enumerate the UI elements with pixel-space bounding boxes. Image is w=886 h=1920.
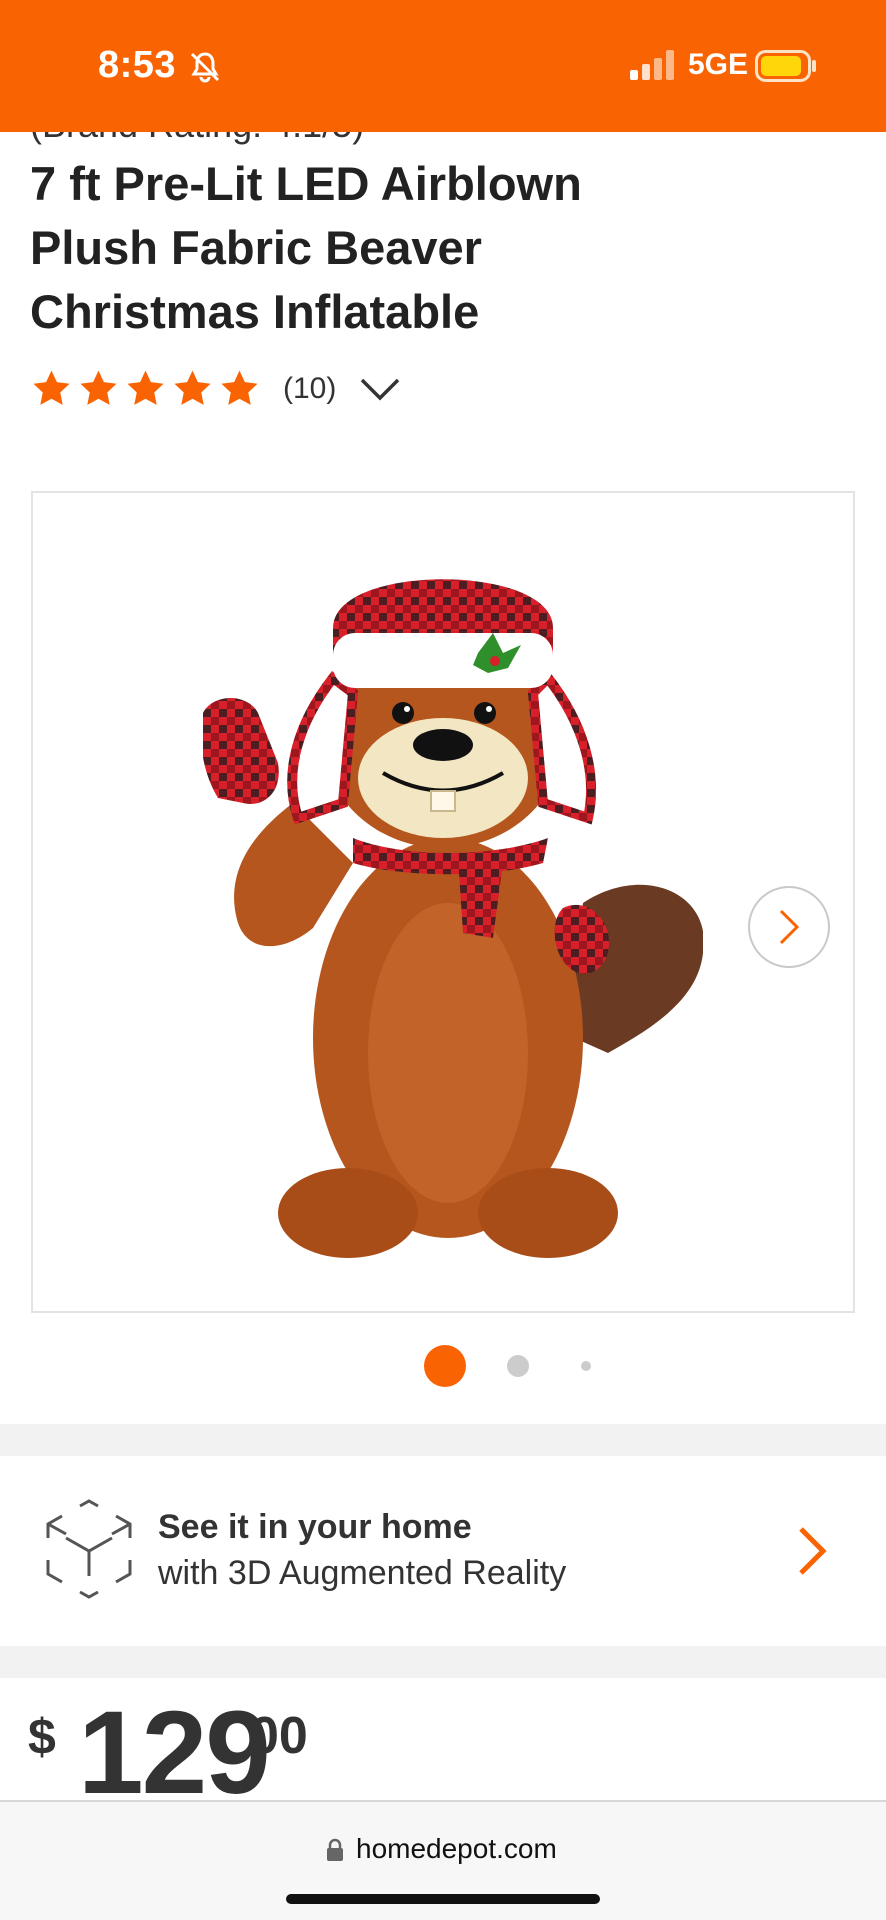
star-icon [174,370,211,405]
product-title: 7 ft Pre-Lit LED Airblown Plush Fabric B… [30,152,850,344]
battery-icon [755,50,816,82]
status-time: 8:53 [98,44,177,86]
carousel-dots [0,1344,886,1388]
star-rating [30,368,261,410]
star-icon [127,370,164,405]
chevron-right-icon [779,909,800,945]
ar-promo-subtitle: with 3D Augmented Reality [158,1554,567,1592]
star-icon [80,370,117,405]
carousel-dot[interactable] [581,1361,591,1371]
chevron-down-icon[interactable] [358,374,402,404]
carousel-dot[interactable] [507,1355,529,1377]
next-image-button[interactable] [748,886,830,968]
ar-promo-title: See it in your home [158,1508,472,1546]
url-text[interactable]: homedepot.com [356,1833,557,1865]
product-image-carousel[interactable] [31,491,855,1313]
ar-promo-row[interactable]: See it in your home with 3D Augmented Re… [0,1456,886,1646]
bell-slash-icon [190,52,220,83]
title-line-3: Christmas Inflatable [30,285,480,338]
network-label: 5GE [688,48,749,81]
browser-url-bar[interactable]: homedepot.com [0,1800,886,1920]
3d-cube-icon [46,1499,132,1599]
section-divider [0,1424,886,1456]
home-indicator[interactable] [286,1894,600,1904]
product-image[interactable] [203,533,703,1273]
title-line-2: Plush Fabric Beaver [30,221,482,274]
price-section: $ 129 00 [0,1678,886,1812]
status-bar: 8:53 5GE [0,0,886,132]
star-icon [33,370,70,405]
cell-signal-icon [630,50,674,80]
price-currency: $ [28,1709,56,1765]
chevron-right-icon[interactable] [796,1524,828,1578]
review-count[interactable]: (10) [283,372,336,406]
star-icon [221,370,258,405]
rating-row[interactable]: (10) [30,364,402,414]
title-line-1: 7 ft Pre-Lit LED Airblown [30,157,582,210]
price-dollars: 129 [78,1687,271,1819]
section-divider [0,1646,886,1678]
carousel-dot-active[interactable] [424,1345,466,1387]
price-cents: 00 [250,1707,308,1765]
lock-icon [327,1838,343,1861]
